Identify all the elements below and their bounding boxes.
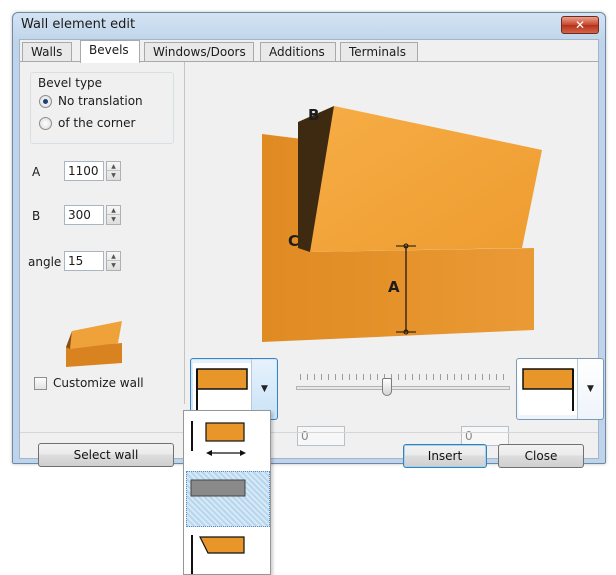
spinner-up-icon[interactable]: ▲ (107, 206, 120, 215)
offset-slider[interactable] (296, 372, 510, 400)
dropdown-option-bevel[interactable] (186, 529, 270, 574)
right-bevel-style-dropdown[interactable]: ▼ (516, 358, 604, 420)
close-button[interactable]: Close (498, 444, 584, 468)
dimension-c-label: C (288, 232, 299, 250)
bevels-tab-content: Bevel type No translation of the corner … (20, 61, 604, 446)
title-bar[interactable]: Wall element edit ✕ (13, 13, 605, 39)
field-a-input[interactable]: 1100 (64, 161, 104, 181)
bevel-corner-icon (191, 535, 245, 574)
tab-additions[interactable]: Additions (260, 42, 336, 62)
spinner-up-icon[interactable]: ▲ (107, 162, 120, 171)
checkbox-unchecked-icon[interactable] (34, 377, 47, 390)
field-angle-label: angle (28, 255, 62, 269)
radio-no-translation-label: No translation (58, 94, 143, 108)
bevel-flat-icon (190, 479, 246, 497)
tab-bevels[interactable]: Bevels (80, 40, 140, 63)
field-angle-spinner[interactable]: ▲ ▼ (106, 251, 121, 271)
close-icon: ✕ (574, 18, 586, 32)
dialog-client-area: Walls Bevels Windows/Doors Additions Ter… (19, 39, 604, 468)
chevron-down-icon[interactable]: ▼ (577, 359, 603, 419)
radio-checked-icon[interactable] (39, 95, 52, 108)
tab-walls[interactable]: Walls (22, 42, 72, 62)
field-b-spinner[interactable]: ▲ ▼ (106, 205, 121, 225)
spinner-down-icon[interactable]: ▼ (107, 215, 120, 224)
window-title: Wall element edit (21, 17, 136, 32)
spinner-up-icon[interactable]: ▲ (107, 252, 120, 261)
left-offset-field: 0 (297, 426, 345, 446)
wall-element-edit-window: Wall element edit ✕ Walls Bevels Windows… (12, 12, 606, 468)
customize-wall-label: Customize wall (53, 376, 144, 390)
window-close-button[interactable]: ✕ (561, 16, 599, 34)
right-offset-field: 0 (461, 426, 509, 446)
spinner-down-icon[interactable]: ▼ (107, 261, 120, 270)
field-a-label: A (32, 165, 41, 179)
insert-button[interactable]: Insert (403, 444, 487, 468)
bevel-preview-3d: A B C (262, 106, 542, 342)
bevel-style-right-icon (519, 363, 577, 415)
bevel-translation-icon (191, 421, 246, 456)
radio-unchecked-icon[interactable] (39, 117, 52, 130)
field-a-spinner[interactable]: ▲ ▼ (106, 161, 121, 181)
tab-strip: Walls Bevels Windows/Doors Additions Ter… (20, 40, 598, 63)
bevel-style-dropdown-list (183, 410, 271, 575)
radio-of-the-corner-label: of the corner (58, 116, 136, 130)
select-wall-button[interactable]: Select wall (38, 443, 174, 467)
spinner-down-icon[interactable]: ▼ (107, 171, 120, 180)
dimension-b-label: B (308, 106, 319, 124)
slider-ticks (300, 374, 506, 380)
field-b-input[interactable]: 300 (64, 205, 104, 225)
wall-bevel-face (310, 106, 542, 252)
slider-thumb[interactable] (382, 378, 392, 396)
dropdown-option-translation[interactable] (186, 415, 270, 471)
bevel-type-title: Bevel type (38, 76, 103, 90)
dropdown-option-flat[interactable] (186, 471, 270, 527)
slider-track[interactable] (296, 386, 510, 390)
field-b-label: B (32, 209, 41, 223)
field-angle-input[interactable]: 15 (64, 251, 104, 271)
bottom-separator (20, 432, 598, 433)
bevel-style-left-icon (193, 363, 251, 415)
tab-terminals[interactable]: Terminals (340, 42, 418, 62)
bevel-parameters-panel: Bevel type No translation of the corner … (20, 62, 185, 404)
tab-windows-doors[interactable]: Windows/Doors (144, 42, 254, 62)
dimension-a-label: A (388, 278, 400, 296)
wall-thumbnail-icon (66, 321, 122, 367)
